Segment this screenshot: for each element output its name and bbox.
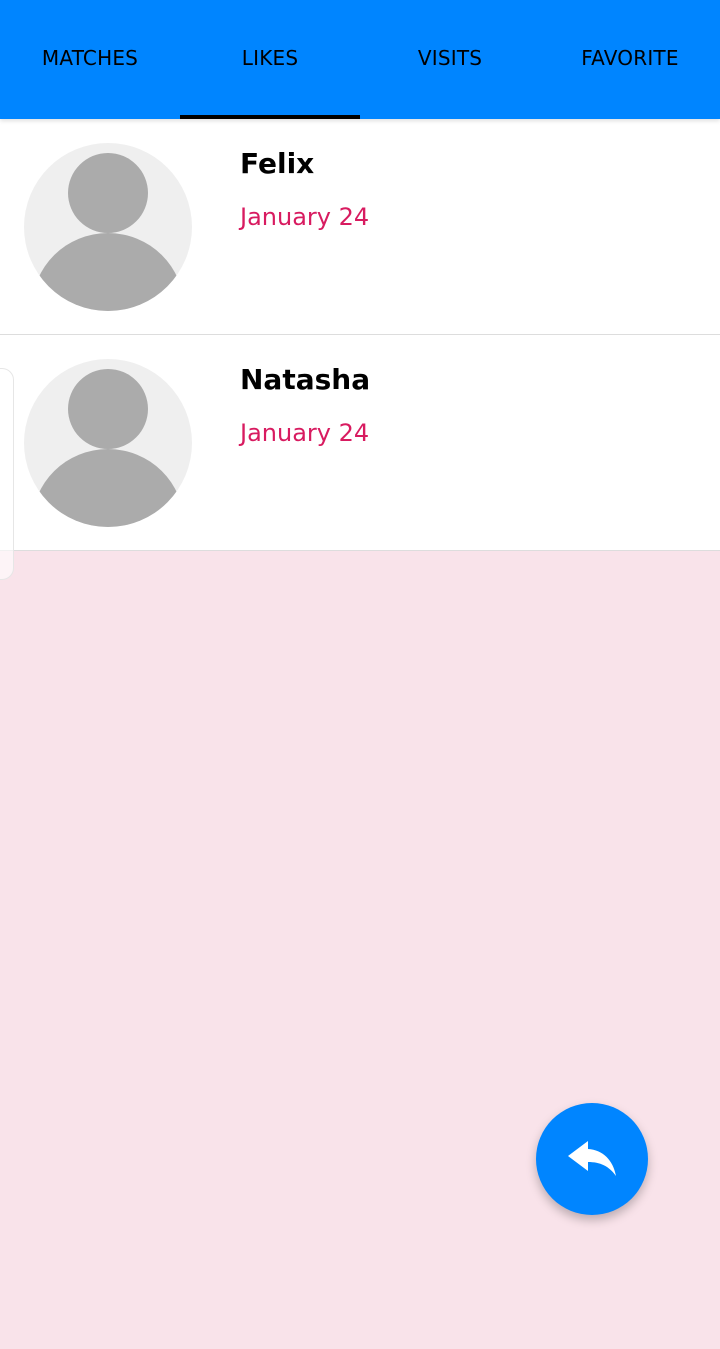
list-item[interactable]: Natasha January 24 [0,335,720,551]
avatar-body-shape [32,233,184,311]
tab-matches-label: MATCHES [41,45,139,70]
tab-favorite-label: FAVORITE [581,45,679,70]
edge-drawer-handle[interactable] [0,368,14,580]
tab-likes-label: LIKES [241,45,299,70]
avatar-body-shape [32,449,184,527]
avatar-head-shape [68,369,148,449]
tab-matches[interactable]: MATCHES [0,0,180,119]
reply-button[interactable] [536,1103,648,1215]
user-name: Felix [240,147,315,180]
avatar[interactable] [24,143,192,311]
tab-likes[interactable]: LIKES [180,0,360,119]
avatar-head-shape [68,153,148,233]
tab-bar: MATCHES LIKES VISITS FAVORITE [0,0,720,119]
reply-icon [568,1141,616,1176]
tab-visits-label: VISITS [417,45,483,70]
tab-visits[interactable]: VISITS [360,0,540,119]
avatar[interactable] [24,359,192,527]
tab-selected-indicator [180,115,360,119]
list-item[interactable]: Felix January 24 [0,119,720,335]
like-date: January 24 [240,419,370,447]
likes-list: Felix January 24 Natasha January 24 [0,119,720,551]
tab-favorite[interactable]: FAVORITE [540,0,720,119]
user-name: Natasha [240,363,371,396]
like-date: January 24 [240,203,370,231]
